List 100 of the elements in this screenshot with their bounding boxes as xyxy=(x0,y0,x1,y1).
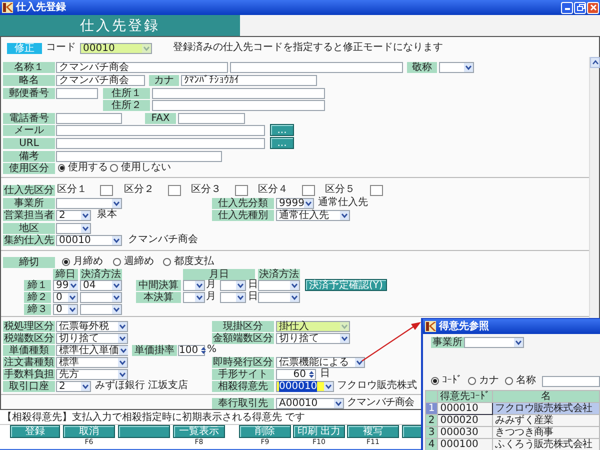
text-field[interactable] xyxy=(56,112,122,124)
row-number: 4 xyxy=(426,438,438,450)
checkbox[interactable] xyxy=(100,184,113,196)
field-label: 取引口座 xyxy=(3,380,55,392)
dropdown-field[interactable] xyxy=(439,62,474,72)
field-label: 締１ xyxy=(24,280,51,290)
text-field[interactable] xyxy=(152,88,325,98)
dropdown-field[interactable]: 2 xyxy=(56,380,91,392)
field-label: FAX xyxy=(145,112,176,124)
spin-field[interactable]: 60 xyxy=(276,368,316,380)
text-field[interactable] xyxy=(56,138,265,148)
table-cell: ふくろう販売株式会社 xyxy=(492,438,600,450)
restore-button[interactable] xyxy=(574,2,586,14)
caption-text: クマンバチ商会 xyxy=(128,234,199,246)
radio-button[interactable]: 使用する xyxy=(58,162,108,174)
table-row[interactable]: 1 000010 フクロウ販売株式会社 xyxy=(426,402,600,414)
close-button[interactable] xyxy=(587,2,599,14)
dropdown-field[interactable]: 通常仕入先 xyxy=(276,210,350,220)
table-row[interactable]: 2 000020 みみずく産業 xyxy=(426,414,600,426)
chevron-down-icon xyxy=(81,210,90,220)
radio-button[interactable]: 月締め xyxy=(62,256,110,268)
radio-button[interactable]: ｺｰﾄﾞ xyxy=(431,375,462,387)
dropdown-field[interactable]: 先方 xyxy=(56,368,128,380)
field-label: カナ xyxy=(149,74,179,86)
chevron-down-icon xyxy=(304,198,314,208)
caption-text: 日 xyxy=(248,279,258,291)
chevron-down-icon xyxy=(81,382,90,390)
caption-text: 区分３ xyxy=(191,184,222,196)
dropdown-field[interactable] xyxy=(183,292,205,302)
chevron-down-icon xyxy=(334,398,343,408)
dropdown-field[interactable]: 伝票毎外税 xyxy=(56,320,128,332)
dropdown-field[interactable]: A00010 xyxy=(276,398,344,408)
text-field[interactable]: ｸﾏﾝﾊﾞﾁｼｮｳｶｲ xyxy=(181,74,317,86)
checkbox[interactable] xyxy=(302,184,315,196)
text-field[interactable] xyxy=(56,124,265,136)
text-field[interactable] xyxy=(178,112,245,124)
field-label: 使用区分 xyxy=(3,162,55,174)
dropdown-field[interactable] xyxy=(258,292,300,302)
dropdown-field[interactable] xyxy=(220,280,246,290)
caption-text: 月 xyxy=(206,291,217,303)
dropdown-field[interactable]: 0 xyxy=(53,304,78,314)
dropdown-field[interactable] xyxy=(56,222,91,234)
dropdown-field[interactable]: 標準 xyxy=(56,356,128,368)
text-field[interactable]: クマンバチ商会 xyxy=(56,62,228,72)
caption-text: 登録済みの仕入先コードを指定すると修正モードになります xyxy=(173,42,444,54)
dropdown-field[interactable]: 2 xyxy=(56,210,91,220)
dropdown-field[interactable]: 伝票機能による xyxy=(276,356,365,368)
caption-text: クマンバチ商会 xyxy=(347,397,416,409)
minimize-button[interactable] xyxy=(561,2,573,14)
dropdown-field[interactable] xyxy=(56,198,122,208)
dropdown-field[interactable] xyxy=(220,292,246,302)
window-title: 仕入先登録 xyxy=(16,2,66,14)
dropdown-field[interactable]: 標準仕入単価 xyxy=(56,344,128,356)
radio-button[interactable]: 週締め xyxy=(113,256,161,268)
chevron-down-icon xyxy=(142,44,151,52)
field-label: 締２ xyxy=(24,292,51,302)
dropdown-field[interactable] xyxy=(80,292,122,302)
spin-arrows-icon xyxy=(200,346,208,354)
dropdown-field[interactable]: 000010 xyxy=(276,380,334,392)
chevron-down-icon xyxy=(236,292,245,302)
field-label: 中間決算 xyxy=(136,280,181,290)
chevron-down-icon xyxy=(119,346,128,354)
checkbox[interactable] xyxy=(370,184,383,196)
radio-button[interactable]: カナ xyxy=(468,375,499,387)
dropdown-field[interactable] xyxy=(464,336,524,348)
radio-button[interactable]: 使用しない xyxy=(110,162,172,174)
table-cell: 000030 xyxy=(438,426,493,438)
text-field[interactable] xyxy=(230,62,403,72)
field-label: 注文書種類 xyxy=(3,356,55,368)
field-label: 税端数区分 xyxy=(3,332,55,344)
dropdown-field[interactable]: 0 xyxy=(53,292,78,302)
dropdown-field[interactable] xyxy=(80,304,122,314)
dropdown-field[interactable]: 99 xyxy=(53,280,78,290)
caption-text: 区分５ xyxy=(325,184,356,196)
caption-text: みずほ銀行 xyxy=(95,380,145,392)
text-field[interactable] xyxy=(152,100,325,110)
search-field[interactable] xyxy=(542,376,600,386)
caption-text: % xyxy=(207,344,215,356)
spin-arrows-icon xyxy=(308,370,315,378)
column-heading: 決済方法 xyxy=(258,268,300,280)
radio-button[interactable]: 都度支払 xyxy=(163,256,218,268)
text-field[interactable] xyxy=(56,150,222,162)
field-label: 住所１ xyxy=(103,88,150,98)
dropdown-field[interactable]: 00010 xyxy=(56,234,122,246)
scroll-up-button[interactable] xyxy=(590,57,600,68)
spin-field[interactable]: 100 xyxy=(178,344,205,356)
dropdown-field[interactable] xyxy=(258,280,300,290)
text-field[interactable] xyxy=(56,88,98,98)
text-field[interactable]: クマンバチ商会 xyxy=(56,74,145,86)
table-row[interactable]: 3 000030 きつつき商事 xyxy=(426,426,600,438)
dropdown-field[interactable] xyxy=(183,280,205,290)
dropdown-field[interactable]: 切り捨て xyxy=(276,332,350,344)
radio-button[interactable]: 名称 xyxy=(505,375,536,387)
checkbox[interactable] xyxy=(168,184,181,196)
caption-text: 区分２ xyxy=(124,184,155,196)
table-row[interactable]: 4 000100 ふくろう販売株式会社 xyxy=(426,438,600,450)
dropdown-field[interactable]: 04 xyxy=(80,280,122,290)
checkbox[interactable] xyxy=(235,184,248,196)
dropdown-field[interactable]: 9999 xyxy=(276,198,314,208)
dropdown-field[interactable]: 切り捨て xyxy=(56,332,128,344)
